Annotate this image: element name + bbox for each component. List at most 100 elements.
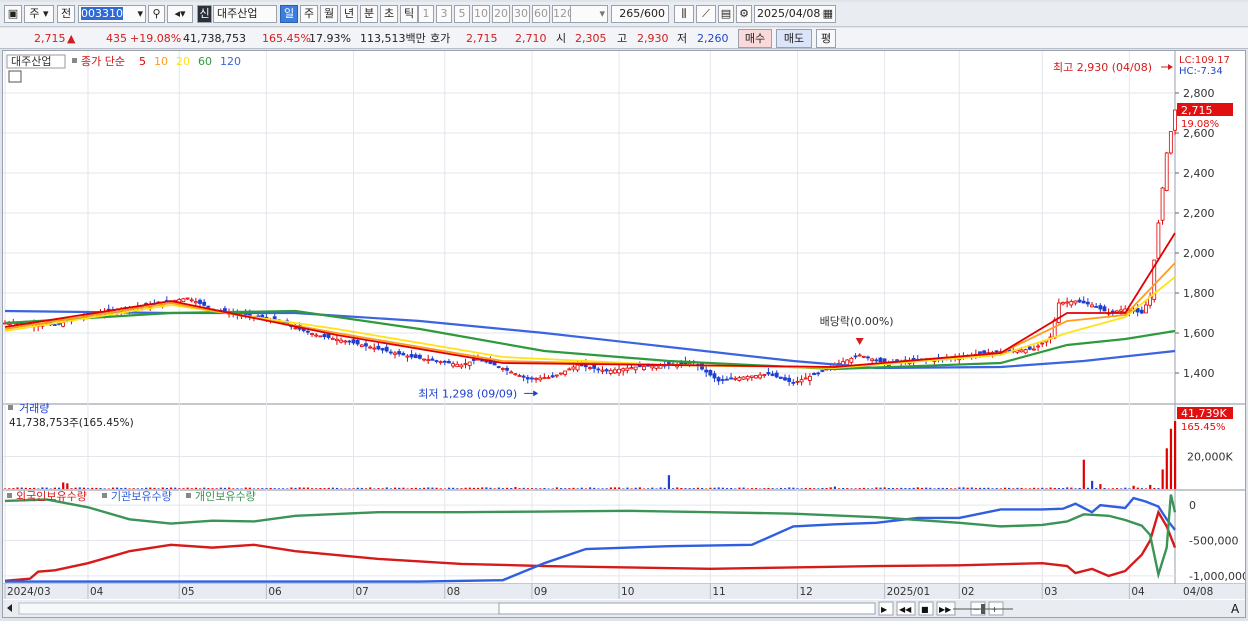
candle-type-icon[interactable]: ⫼	[674, 5, 694, 23]
interval-tab-1[interactable]: 1	[418, 5, 434, 23]
volume-bar	[1165, 448, 1168, 489]
interval-tab-3[interactable]: 3	[436, 5, 452, 23]
high-price: 2,930	[637, 32, 669, 45]
volume-bar	[589, 487, 592, 489]
volume-bar	[601, 488, 604, 489]
candle-body	[384, 346, 389, 352]
candle-body	[857, 354, 862, 357]
interval-select[interactable]: ▾	[570, 5, 608, 23]
volume-bar	[659, 487, 662, 489]
candle-body	[820, 370, 825, 372]
holding-tick-label-2: -1,000,000	[1189, 570, 1245, 583]
volume-bar	[1037, 488, 1040, 489]
volume-bar	[945, 487, 949, 489]
period-tab-3[interactable]: 년	[340, 5, 358, 23]
volume-bar	[580, 487, 583, 489]
candle-body	[571, 366, 576, 370]
volume-bar	[161, 487, 164, 489]
volume-bar	[232, 488, 235, 489]
candle-body	[745, 376, 750, 380]
period-tab-2[interactable]: 월	[320, 5, 338, 23]
holding-legend-2: 개인보유수량	[195, 490, 256, 503]
market-label: 주	[29, 7, 40, 20]
chart-svg[interactable]: 1,4001,6001,8002,0002,2002,4002,6002,800…	[3, 51, 1248, 617]
period-tab-4[interactable]: 분	[360, 5, 378, 23]
volume-bar	[887, 487, 890, 489]
candle-body	[364, 343, 368, 347]
search-icon[interactable]: ⚲	[148, 5, 165, 23]
speaker-icon[interactable]: ◂▾	[167, 5, 193, 23]
volume-bar	[667, 475, 671, 489]
candle-body	[588, 367, 592, 369]
volume-bar	[551, 488, 554, 489]
count-field[interactable]: 265/600	[611, 5, 669, 23]
x-tick-label-5: 08	[447, 586, 460, 598]
calendar-icon[interactable]: ▦	[823, 6, 835, 22]
candle-body	[351, 339, 356, 344]
volume-bar	[671, 488, 675, 489]
interval-tab-30[interactable]: 30	[512, 5, 530, 23]
candle-body	[189, 299, 194, 302]
volume-bar	[269, 487, 272, 489]
price-change: 435	[106, 32, 127, 45]
prev-button[interactable]: 전	[57, 5, 75, 23]
holding-tick-label-0: 0	[1189, 499, 1196, 512]
price-tick-label-0: 1,400	[1183, 367, 1215, 380]
volume-bar	[800, 488, 803, 489]
volume-title: 거래량	[19, 402, 49, 415]
candle-body	[982, 350, 987, 354]
buy-button[interactable]: 매수	[738, 29, 772, 48]
sell-button[interactable]: 매도	[776, 29, 812, 48]
candle-body	[604, 369, 609, 372]
eval-button[interactable]: 평	[816, 29, 836, 48]
volume-bar	[933, 488, 936, 489]
calculator-icon	[8, 70, 22, 83]
date-input[interactable]: 2025/04/08 ▦	[754, 5, 836, 23]
candle-body	[505, 367, 509, 371]
window-menu-icon[interactable]: ▣	[4, 5, 22, 23]
interval-tab-60[interactable]: 60	[532, 5, 550, 23]
volume-bar	[568, 488, 571, 489]
volume-bar	[987, 487, 990, 489]
stock-name-field[interactable]: 대주산업	[213, 5, 277, 23]
volume-bar	[730, 488, 733, 489]
date-value: 2025/04/08	[757, 7, 821, 20]
volume-bar	[829, 487, 832, 489]
volume-bar	[356, 487, 359, 489]
period-tab-0[interactable]: 일	[280, 5, 298, 23]
candle-body	[791, 381, 796, 384]
save-icon[interactable]: ▤	[718, 5, 734, 23]
period-tab-1[interactable]: 주	[300, 5, 318, 23]
volume-bar	[717, 487, 720, 489]
candle-body	[447, 360, 451, 364]
volume-bar	[767, 487, 770, 489]
candle-body	[467, 361, 472, 366]
volume-bar	[24, 487, 27, 489]
candle-body	[1027, 346, 1032, 350]
candle-body	[766, 372, 771, 375]
volume-bar	[792, 487, 795, 489]
period-tab-6[interactable]: 틱	[400, 5, 418, 23]
interval-tab-5[interactable]: 5	[454, 5, 470, 23]
low-price: 2,260	[697, 32, 729, 45]
volume-bar	[680, 488, 683, 489]
interval-tab-10[interactable]: 10	[472, 5, 490, 23]
interval-tab-20[interactable]: 20	[492, 5, 510, 23]
volume-bar	[4, 488, 7, 489]
volume-bar	[651, 487, 654, 489]
period-tab-5[interactable]: 초	[380, 5, 398, 23]
chart-area[interactable]: 1,400 1,600 1,800 2,000 2,200 2,400 2,600 2,800…	[2, 50, 1248, 618]
volume-bar	[999, 488, 1002, 489]
candle-body	[575, 364, 580, 371]
volume-bar	[340, 488, 343, 489]
market-select[interactable]: 주 ▾	[24, 5, 54, 23]
gear-icon[interactable]: ⚙	[736, 5, 752, 23]
volume-bar	[879, 487, 882, 489]
volume-bar	[572, 487, 575, 489]
x-tick-label-13: 04	[1131, 586, 1145, 598]
volume-bar	[286, 488, 289, 489]
volume-bar	[377, 488, 380, 489]
stock-code-input[interactable]: 003310 ▾	[78, 5, 146, 23]
line-tool-icon[interactable]: ⟋	[696, 5, 716, 23]
volume-bar	[468, 487, 471, 489]
